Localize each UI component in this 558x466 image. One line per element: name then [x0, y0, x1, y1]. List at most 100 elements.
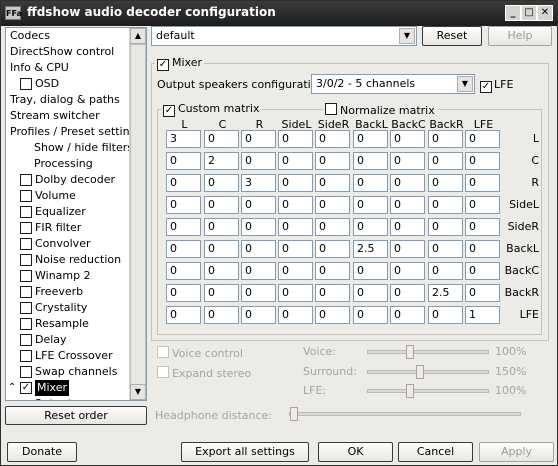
matrix-cell[interactable]: 0 [390, 240, 425, 258]
matrix-cell[interactable]: 0 [241, 284, 276, 302]
filter-checkbox[interactable] [20, 174, 32, 186]
matrix-cell[interactable]: 0 [204, 130, 239, 148]
sidebar-item[interactable]: ⌃ ✓ Mixer [6, 380, 130, 396]
matrix-cell[interactable]: 0 [353, 284, 388, 302]
matrix-cell[interactable]: 2.5 [353, 240, 388, 258]
sidebar-item[interactable]: Convolver [6, 236, 130, 252]
matrix-cell[interactable]: 0 [428, 196, 463, 214]
matrix-cell[interactable]: 0 [353, 196, 388, 214]
filter-checkbox[interactable] [20, 286, 32, 298]
expand-stereo-check-icon[interactable] [157, 366, 169, 378]
sidebar-item[interactable]: FIR filter [6, 220, 130, 236]
maximize-button[interactable]: □ [521, 5, 537, 21]
matrix-cell[interactable]: 0 [315, 130, 350, 148]
filter-checkbox[interactable] [20, 206, 32, 218]
matrix-cell[interactable]: 0 [465, 218, 500, 236]
matrix-cell[interactable]: 0 [241, 262, 276, 280]
matrix-cell[interactable]: 0 [315, 218, 350, 236]
matrix-cell[interactable]: 0 [353, 218, 388, 236]
title-bar[interactable]: FFa ffdshow audio decoder configuration … [1, 1, 557, 26]
scroll-up-icon[interactable]: ▲ [130, 28, 146, 44]
matrix-cell[interactable]: 0 [166, 284, 201, 302]
filter-checkbox[interactable] [20, 302, 32, 314]
matrix-cell[interactable]: 0 [353, 262, 388, 280]
headphone-distance-thumb[interactable] [290, 407, 298, 421]
matrix-cell[interactable]: 0 [166, 174, 201, 192]
matrix-cell[interactable]: 0 [353, 130, 388, 148]
matrix-cell[interactable]: 0 [278, 130, 313, 148]
matrix-cell[interactable]: 0 [204, 240, 239, 258]
matrix-cell[interactable]: 0 [390, 218, 425, 236]
matrix-cell[interactable]: 0 [353, 306, 388, 324]
sidebar-item[interactable]: Codecs [6, 28, 130, 44]
filter-tree[interactable]: Codecs DirectShow control Info & CPU OSD Tra… [5, 27, 147, 401]
filter-checkbox[interactable] [20, 318, 32, 330]
mixer-check-icon[interactable]: ✓ [157, 59, 169, 71]
custom-matrix-checkbox[interactable]: ✓ Custom matrix [161, 102, 262, 117]
matrix-cell[interactable]: 0 [390, 306, 425, 324]
matrix-cell[interactable]: 0 [278, 218, 313, 236]
help-button[interactable]: Help [488, 26, 552, 46]
scroll-thumb[interactable] [130, 44, 146, 399]
matrix-cell[interactable]: 0 [315, 262, 350, 280]
matrix-cell[interactable]: 0 [428, 262, 463, 280]
slider-thumb[interactable] [406, 345, 414, 359]
matrix-cell[interactable]: 0 [428, 152, 463, 170]
filter-checkbox[interactable] [20, 270, 32, 282]
matrix-cell[interactable]: 0 [428, 130, 463, 148]
filter-checkbox[interactable] [20, 350, 32, 362]
filter-checkbox[interactable] [20, 190, 32, 202]
matrix-cell[interactable]: 0 [353, 174, 388, 192]
sidebar-item[interactable]: Stream switcher [6, 108, 130, 124]
matrix-cell[interactable]: 0 [204, 218, 239, 236]
matrix-cell[interactable]: 3 [241, 174, 276, 192]
close-button[interactable]: ✕ [537, 5, 553, 21]
matrix-cell[interactable]: 0 [166, 152, 201, 170]
sidebar-item[interactable]: Dolby decoder [6, 172, 130, 188]
ok-button[interactable]: OK [318, 442, 393, 462]
matrix-cell[interactable]: 0 [465, 240, 500, 258]
preset-select[interactable]: default ▼ [151, 26, 417, 46]
matrix-cell[interactable]: 0 [278, 196, 313, 214]
matrix-cell[interactable]: 0 [278, 174, 313, 192]
sidebar-item[interactable]: Profiles / Preset settings [6, 124, 142, 140]
matrix-cell[interactable]: 0 [278, 284, 313, 302]
scroll-down-icon[interactable]: ▼ [130, 384, 146, 400]
matrix-cell[interactable]: 0 [204, 174, 239, 192]
matrix-cell[interactable]: 0 [353, 152, 388, 170]
sidebar-item[interactable]: Volume [6, 188, 130, 204]
matrix-cell[interactable]: 0 [390, 284, 425, 302]
matrix-cell[interactable]: 1 [465, 306, 500, 324]
filter-checkbox[interactable] [20, 254, 32, 266]
minimize-button[interactable]: _ [505, 5, 521, 21]
lfe-checkbox[interactable]: ✓ LFE [480, 78, 513, 93]
matrix-cell[interactable]: 0 [315, 240, 350, 258]
normalize-check-icon[interactable] [325, 103, 337, 115]
sidebar-item[interactable]: Equalizer [6, 204, 130, 220]
voice-control-checkbox[interactable]: Voice control [157, 345, 243, 360]
matrix-cell[interactable]: 0 [166, 196, 201, 214]
headphone-distance-track[interactable] [289, 407, 521, 421]
mixer-checkbox[interactable]: ✓ Mixer [155, 56, 205, 71]
sidebar-item[interactable]: Crystality [6, 300, 130, 316]
voice-control-check-icon[interactable] [157, 346, 169, 358]
matrix-cell[interactable]: 0 [204, 306, 239, 324]
filter-checkbox[interactable] [20, 222, 32, 234]
lfe-check-icon[interactable]: ✓ [480, 81, 492, 93]
matrix-cell[interactable]: 0 [166, 306, 201, 324]
sidebar-item[interactable]: Info & CPU [6, 60, 130, 76]
custom-matrix-check-icon[interactable]: ✓ [163, 105, 175, 117]
matrix-cell[interactable]: 0 [390, 130, 425, 148]
donate-button[interactable]: Donate [7, 442, 77, 462]
matrix-cell[interactable]: 0 [166, 240, 201, 258]
sidebar-item[interactable]: Tray, dialog & paths [6, 92, 130, 108]
filter-checkbox[interactable] [20, 366, 32, 378]
matrix-cell[interactable]: 0 [315, 306, 350, 324]
matrix-cell[interactable]: 0 [465, 174, 500, 192]
matrix-cell[interactable]: 2 [204, 152, 239, 170]
matrix-cell[interactable]: 0 [278, 262, 313, 280]
sidebar-item[interactable]: Resample [6, 316, 130, 332]
matrix-cell[interactable]: 0 [428, 218, 463, 236]
sidebar-item[interactable]: Processing [6, 156, 130, 172]
slider-thumb[interactable] [416, 365, 424, 379]
